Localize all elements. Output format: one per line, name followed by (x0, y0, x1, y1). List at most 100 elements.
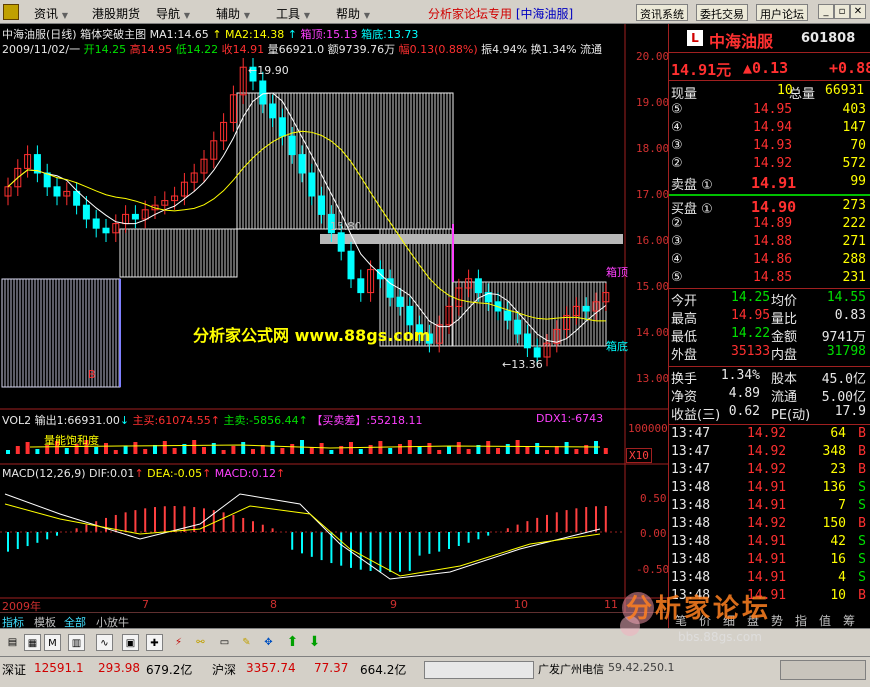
x-tick: 8 (270, 598, 277, 611)
tick-volume: 150 (822, 516, 846, 531)
tick-time: 13:48 (671, 516, 711, 531)
x-tick: 9 (390, 598, 397, 611)
stat-key: 外盘 (671, 348, 698, 363)
tick-time: 13:48 (671, 552, 711, 567)
volume-axis-top: 100000 (628, 422, 668, 435)
menu-item-nav[interactable]: 导航 ▼ (156, 5, 190, 22)
volume-bar (172, 448, 177, 454)
down-arrow-icon[interactable]: ⬇ (306, 634, 323, 651)
x-tick: 7 (142, 598, 149, 611)
indicator-tab-bar: 指标 模板 全部 小放牛 (0, 612, 668, 629)
volume-bar (564, 442, 569, 454)
tick-price: 14.92 (747, 444, 787, 459)
now-vol-label: 现量 (671, 87, 698, 102)
close-icon[interactable]: ✕ (850, 4, 866, 19)
alarm-icon[interactable]: ⚡ (170, 634, 187, 651)
tick-price: 14.91 (747, 534, 787, 549)
hs-index: 3357.74 (246, 661, 296, 675)
stat-value: 14.95 (731, 308, 771, 323)
menu-item-help[interactable]: 帮助 ▼ (336, 5, 370, 22)
buy-level-label: ④ (671, 252, 683, 267)
candle (308, 172, 316, 197)
volume-multiplier: X10 (626, 448, 652, 463)
macd-axis-tick: 0.50 (640, 492, 667, 505)
tick-side: B (858, 426, 866, 441)
candle (82, 204, 90, 220)
stat-value: 14.22 (731, 326, 771, 341)
tick-volume: 136 (822, 480, 846, 495)
candle (298, 154, 306, 174)
price-tick: 20.00 (636, 50, 670, 63)
trade-button[interactable]: 委托交易 (696, 4, 748, 21)
candle (514, 319, 522, 335)
buy-level-price: 14.85 (753, 270, 793, 285)
system-tray (780, 660, 866, 680)
volume-bar (162, 441, 167, 454)
move-icon[interactable]: ✥ (260, 634, 277, 651)
period-icon[interactable]: ▣ (122, 634, 139, 651)
restore-icon[interactable]: ▫ (834, 4, 850, 19)
candle (337, 232, 345, 252)
stat-value: 17.9 (834, 404, 866, 419)
candle (504, 310, 512, 321)
k-line-icon[interactable]: ▦ (24, 634, 41, 651)
tick-volume: 23 (830, 462, 846, 477)
volume-bar (496, 448, 500, 454)
pct-change: +0.88 (829, 59, 870, 77)
up-arrow-icon[interactable]: ⬆ (284, 634, 301, 651)
macd-axis-tick: -0.50 (636, 563, 670, 576)
candle (318, 195, 326, 215)
chart-canvas (0, 24, 668, 612)
formula-icon[interactable]: ▥ (68, 634, 85, 651)
buy-level-price: 14.90 (751, 198, 797, 216)
stat-key: PE(动) (771, 408, 811, 423)
price-tick: 17.00 (636, 188, 670, 201)
minimize-icon[interactable]: _ (818, 4, 834, 19)
forum-button[interactable]: 用户论坛 (756, 4, 808, 21)
menu-item-assist[interactable]: 辅助 ▼ (216, 5, 250, 22)
calc-icon[interactable]: ✚ (146, 634, 163, 651)
stat-value: 31798 (826, 344, 866, 359)
volume-bar (202, 447, 206, 454)
site-watermark: 分析家公式网 www.88gs.com (193, 326, 431, 345)
buy-level-vol: 288 (842, 252, 866, 267)
tick-price: 14.92 (747, 462, 787, 477)
tick-side: B (858, 444, 866, 459)
stat-value: 1.34% (720, 368, 760, 383)
volume-bar (417, 447, 422, 454)
menu-bar: 资讯 ▼ 港股期货 导航 ▼ 辅助 ▼ 工具 ▼ 帮助 ▼ 分析家论坛专用 [中… (0, 0, 870, 24)
news-system-button[interactable]: 资讯系统 (636, 4, 688, 21)
exchange-badge: L (687, 30, 703, 46)
zoom-icon[interactable]: ▭ (216, 634, 233, 651)
candle (131, 213, 139, 220)
tick-side: B (858, 516, 866, 531)
tick-price: 14.91 (747, 552, 787, 567)
buy-level-vol: 271 (842, 234, 866, 249)
link-icon[interactable]: ⚯ (192, 634, 209, 651)
stat-key: 收益(三) (671, 408, 721, 423)
chart-area[interactable]: 中海油服(日线) 箱体突破主图 MA1:14.65 ↑ MA2:14.38 ↑ … (0, 24, 670, 613)
stat-value: 14.25 (731, 290, 771, 305)
menu-item-news[interactable]: 资讯 ▼ (34, 5, 68, 22)
volume-bar (584, 445, 589, 454)
tick-volume: 348 (822, 444, 846, 459)
sell-level-label: ⑤ (671, 102, 683, 117)
price-tick: 14.00 (636, 326, 670, 339)
menu-item-hk-futures[interactable]: 港股期货 (92, 5, 140, 22)
menu-item-tools[interactable]: 工具 ▼ (276, 5, 310, 22)
box-range (119, 228, 238, 278)
signal-strip (424, 661, 534, 679)
volume-bar (525, 447, 530, 454)
peak-label: ←19.90 (248, 64, 289, 77)
buy-level-vol: 231 (842, 270, 866, 285)
ddx-label: DDX1:-6743 (536, 412, 604, 425)
pen-icon[interactable]: ✎ (238, 634, 255, 651)
price-tick: 13.00 (636, 372, 670, 385)
tick-side: S (858, 552, 866, 567)
draw-icon[interactable]: ∿ (96, 634, 113, 651)
total-vol: 66931 (825, 83, 865, 98)
stat-key: 均价 (771, 294, 798, 309)
stock-list-icon[interactable]: ▤ (4, 634, 21, 651)
sell-level-vol: 99 (850, 174, 866, 189)
ma-icon[interactable]: M (44, 634, 61, 651)
